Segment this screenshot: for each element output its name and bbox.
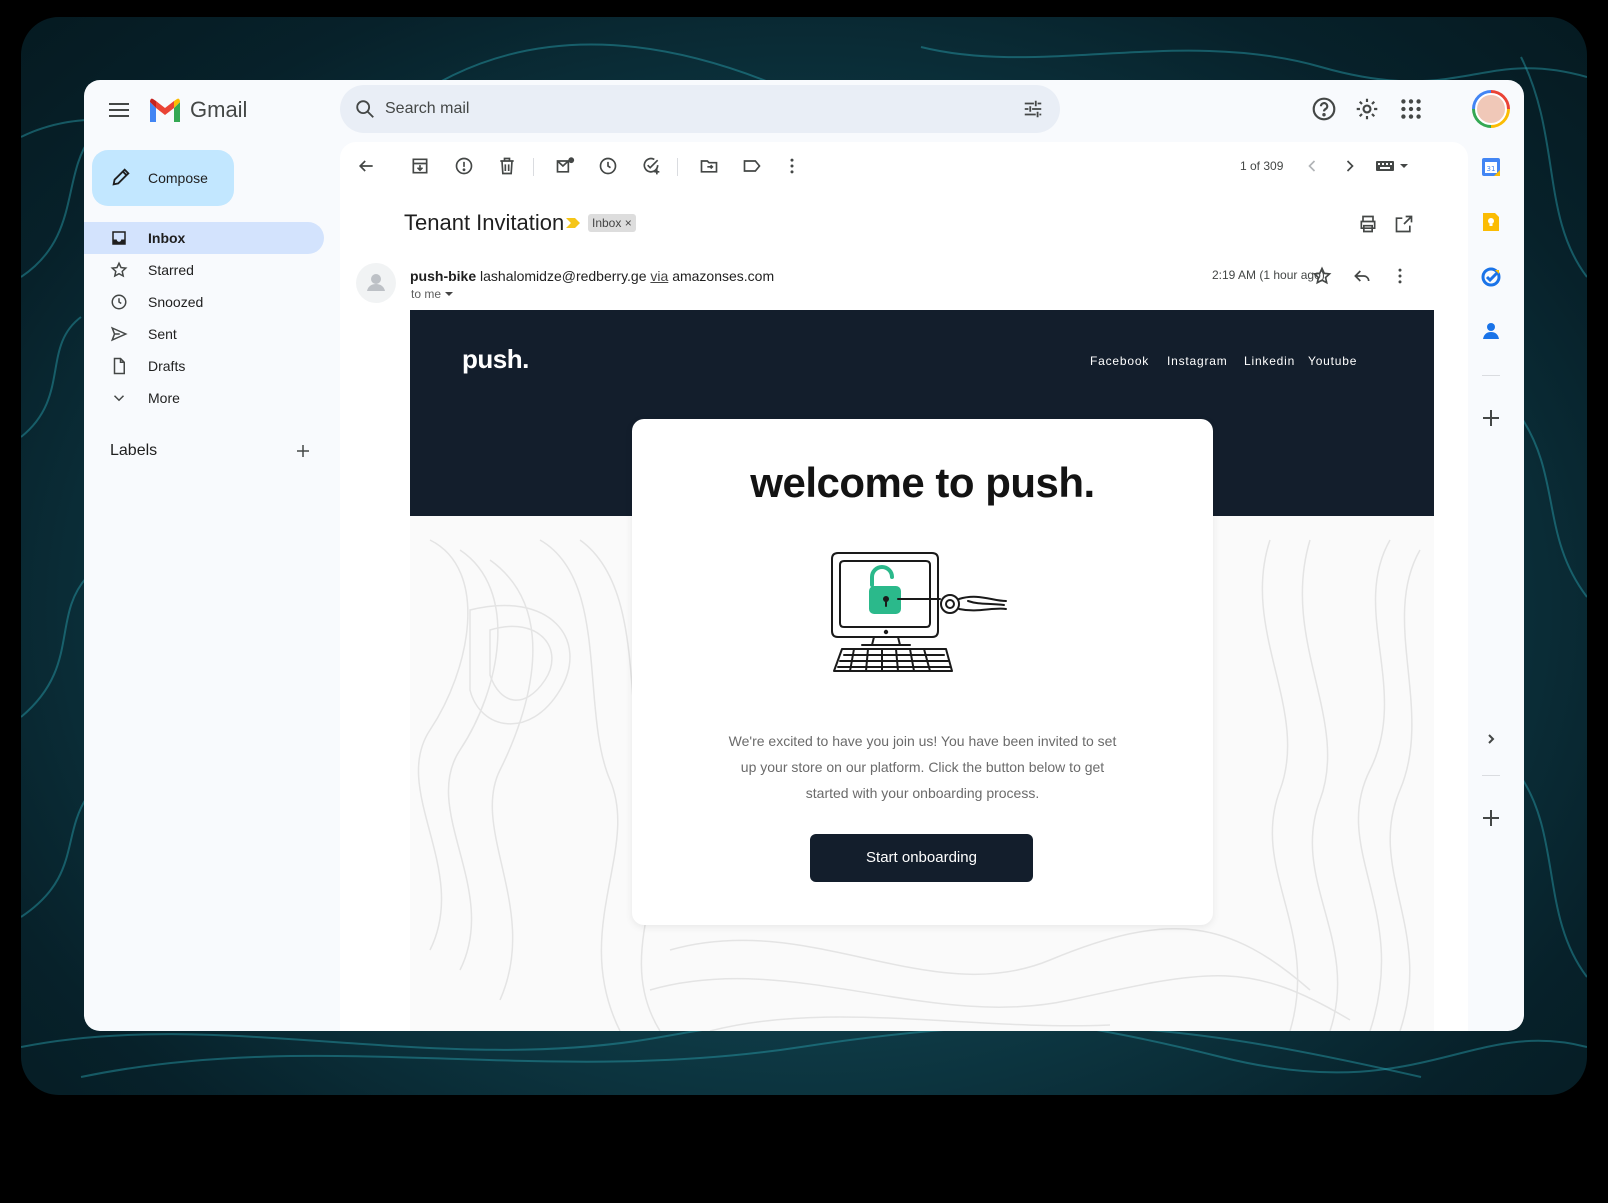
computer-unlock-illustration — [831, 552, 1007, 672]
keyboard-input-icon[interactable] — [1374, 156, 1410, 176]
email-subject: Tenant Invitation — [404, 210, 565, 235]
apps-grid-icon[interactable] — [1398, 96, 1424, 122]
snooze-clock-icon[interactable] — [598, 156, 618, 176]
sidebar-item-snoozed[interactable]: Snoozed — [84, 286, 324, 318]
clock-icon — [111, 294, 127, 310]
help-icon[interactable] — [1311, 96, 1337, 122]
app-name: Gmail — [190, 97, 248, 122]
inbox-icon — [112, 231, 126, 245]
svg-text:31: 31 — [1487, 165, 1496, 173]
youtube-link[interactable]: Youtube — [1308, 354, 1357, 368]
recipient-details-toggle[interactable]: to me — [411, 287, 454, 301]
label-tag-icon[interactable] — [742, 156, 762, 176]
older-chevron-right-icon[interactable] — [1340, 156, 1360, 176]
star-icon[interactable] — [1312, 266, 1332, 286]
sidebar-item-label: Starred — [148, 262, 194, 278]
search-icon[interactable] — [354, 98, 376, 120]
move-to-folder-icon[interactable] — [699, 156, 719, 176]
linkedin-link[interactable]: Linkedin — [1244, 354, 1295, 368]
sender-name[interactable]: push-bike — [410, 268, 476, 284]
draft-file-icon — [113, 357, 125, 375]
rail-divider — [1482, 775, 1500, 776]
facebook-link[interactable]: Facebook — [1090, 354, 1149, 368]
more-vertical-icon[interactable] — [1390, 266, 1410, 286]
archive-icon[interactable] — [410, 156, 430, 176]
sidebar-item-label: Sent — [148, 326, 177, 342]
instagram-link[interactable]: Instagram — [1167, 354, 1228, 368]
via-domain: amazonses.com — [672, 268, 775, 284]
labels-heading: Labels — [110, 442, 158, 459]
remove-label-icon[interactable]: × — [625, 216, 632, 230]
calendar-icon[interactable]: 31 — [1480, 156, 1502, 178]
delete-trash-icon[interactable] — [497, 156, 517, 176]
search-options-icon[interactable] — [1022, 98, 1044, 120]
pencil-icon — [112, 168, 130, 186]
main-menu-icon[interactable] — [106, 97, 132, 123]
email-body: push. Facebook Instagram Linkedin Youtub… — [410, 310, 1434, 1031]
back-arrow-icon[interactable] — [356, 156, 376, 176]
sidebar-item-label: Snoozed — [148, 294, 204, 310]
sidebar-item-label: More — [148, 390, 180, 406]
report-spam-icon[interactable] — [454, 156, 474, 176]
search-bar[interactable]: Search mail — [340, 85, 1060, 133]
reading-pane: 1 of 309 Tenant Invitation Inbox × push-… — [340, 142, 1468, 1031]
newer-chevron-left-icon[interactable] — [1302, 156, 1322, 176]
person-placeholder-icon — [367, 274, 385, 291]
compose-label: Compose — [148, 170, 208, 186]
add-addon-icon[interactable] — [1480, 407, 1502, 429]
sidebar-item-label: Inbox — [148, 230, 186, 246]
start-onboarding-button[interactable]: Start onboarding — [810, 834, 1033, 882]
send-icon — [110, 326, 128, 342]
mark-unread-icon[interactable] — [555, 156, 575, 176]
sender-avatar[interactable] — [356, 263, 396, 303]
more-vertical-icon[interactable] — [782, 156, 802, 176]
tasks-icon[interactable] — [1480, 266, 1502, 288]
welcome-headline: welcome to push. — [750, 459, 1095, 506]
via-link[interactable]: via — [650, 268, 668, 284]
star-icon — [110, 261, 128, 278]
sender-line: push-bike lashalomidze@redberry.ge via a… — [410, 268, 774, 284]
received-time: 2:19 AM (1 hour ago) — [1212, 268, 1325, 282]
welcome-card: welcome to push. We're excited to have y… — [632, 419, 1213, 925]
sidebar-item-more[interactable]: More — [84, 382, 324, 414]
expand-panel-icon[interactable] — [1480, 728, 1502, 750]
reply-icon[interactable] — [1352, 266, 1372, 286]
compose-button[interactable]: Compose — [92, 150, 234, 206]
add-icon[interactable] — [1480, 807, 1502, 829]
inbox-label-chip[interactable]: Inbox × — [588, 214, 636, 232]
open-new-window-icon[interactable] — [1394, 214, 1414, 234]
keep-notes-icon[interactable] — [1480, 211, 1502, 233]
settings-gear-icon[interactable] — [1354, 96, 1380, 122]
importance-marker-icon[interactable] — [565, 216, 581, 230]
add-label-icon[interactable] — [294, 442, 312, 460]
account-avatar[interactable] — [1472, 90, 1510, 128]
print-icon[interactable] — [1358, 214, 1378, 234]
gmail-logo-icon[interactable] — [148, 96, 182, 124]
sidebar-item-starred[interactable]: Starred — [84, 254, 324, 286]
welcome-message: We're excited to have you join us! You h… — [728, 733, 1117, 801]
gmail-window: Gmail Search mail Compose Inbox Starred … — [84, 80, 1524, 1031]
toolbar-divider — [677, 158, 678, 176]
chevron-down-icon — [113, 395, 125, 402]
caret-down-icon — [445, 292, 454, 296]
contacts-icon[interactable] — [1480, 320, 1502, 342]
pagination-count: 1 of 309 — [1240, 159, 1284, 173]
sender-email[interactable]: lashalomidze@redberry.ge — [480, 268, 646, 284]
rail-divider — [1482, 375, 1500, 376]
push-logo: push. — [462, 344, 529, 374]
sidebar-item-inbox[interactable]: Inbox — [84, 222, 324, 254]
search-input[interactable]: Search mail — [385, 100, 469, 118]
sidebar-item-sent[interactable]: Sent — [84, 318, 324, 350]
toolbar-divider — [533, 158, 534, 176]
add-task-icon[interactable] — [641, 156, 661, 176]
sidebar-item-label: Drafts — [148, 358, 186, 374]
sidebar-item-drafts[interactable]: Drafts — [84, 350, 324, 382]
